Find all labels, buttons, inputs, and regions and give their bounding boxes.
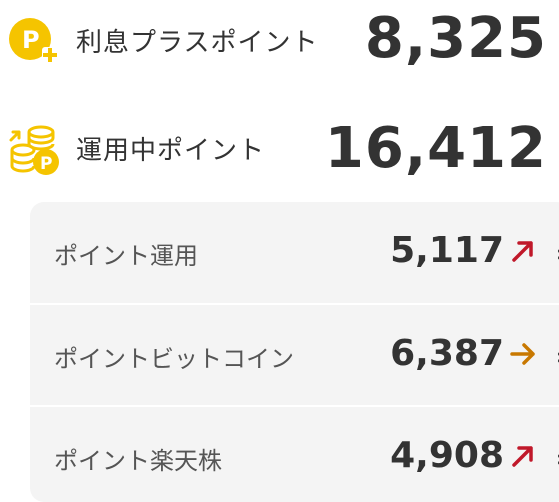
trend-up-arrow-icon bbox=[512, 446, 533, 467]
invested-points-row: P 運用中ポイント 16,412 bbox=[0, 110, 559, 190]
coin-stack-up-arrow-icon: P bbox=[9, 125, 59, 175]
point-bitcoin-row[interactable]: ポイントビットコイン 6,387 › bbox=[30, 303, 559, 406]
interest-plus-points-row: P 利息プラスポイント 8,325 bbox=[0, 0, 559, 80]
point-rakuten-stock-row[interactable]: ポイント楽天株 4,908 › bbox=[30, 405, 559, 502]
trend-up-arrow-icon bbox=[512, 241, 533, 262]
svg-text:P: P bbox=[40, 154, 52, 174]
point-investment-label: ポイント運用 bbox=[54, 242, 198, 270]
point-rakuten-stock-label: ポイント楽天株 bbox=[54, 447, 222, 475]
invested-points-value: 16,412 bbox=[324, 116, 547, 181]
interest-plus-points-value: 8,325 bbox=[364, 6, 547, 71]
point-bitcoin-label: ポイントビットコイン bbox=[54, 345, 294, 373]
point-bitcoin-value: 6,387 bbox=[390, 333, 504, 374]
point-investment-row[interactable]: ポイント運用 5,117 › bbox=[30, 202, 559, 303]
investment-breakdown-panel: ポイント運用 5,117 › ポイントビットコイン 6,387 › ポイント楽天… bbox=[30, 202, 559, 502]
invested-points-label: 運用中ポイント bbox=[76, 136, 266, 166]
point-investment-value: 5,117 bbox=[390, 230, 504, 271]
interest-plus-points-label: 利息プラスポイント bbox=[76, 28, 319, 58]
p-plus-coin-icon: P bbox=[9, 18, 58, 63]
trend-flat-arrow-icon bbox=[510, 343, 535, 365]
point-rakuten-stock-value: 4,908 bbox=[390, 435, 504, 476]
svg-text:P: P bbox=[22, 26, 40, 54]
